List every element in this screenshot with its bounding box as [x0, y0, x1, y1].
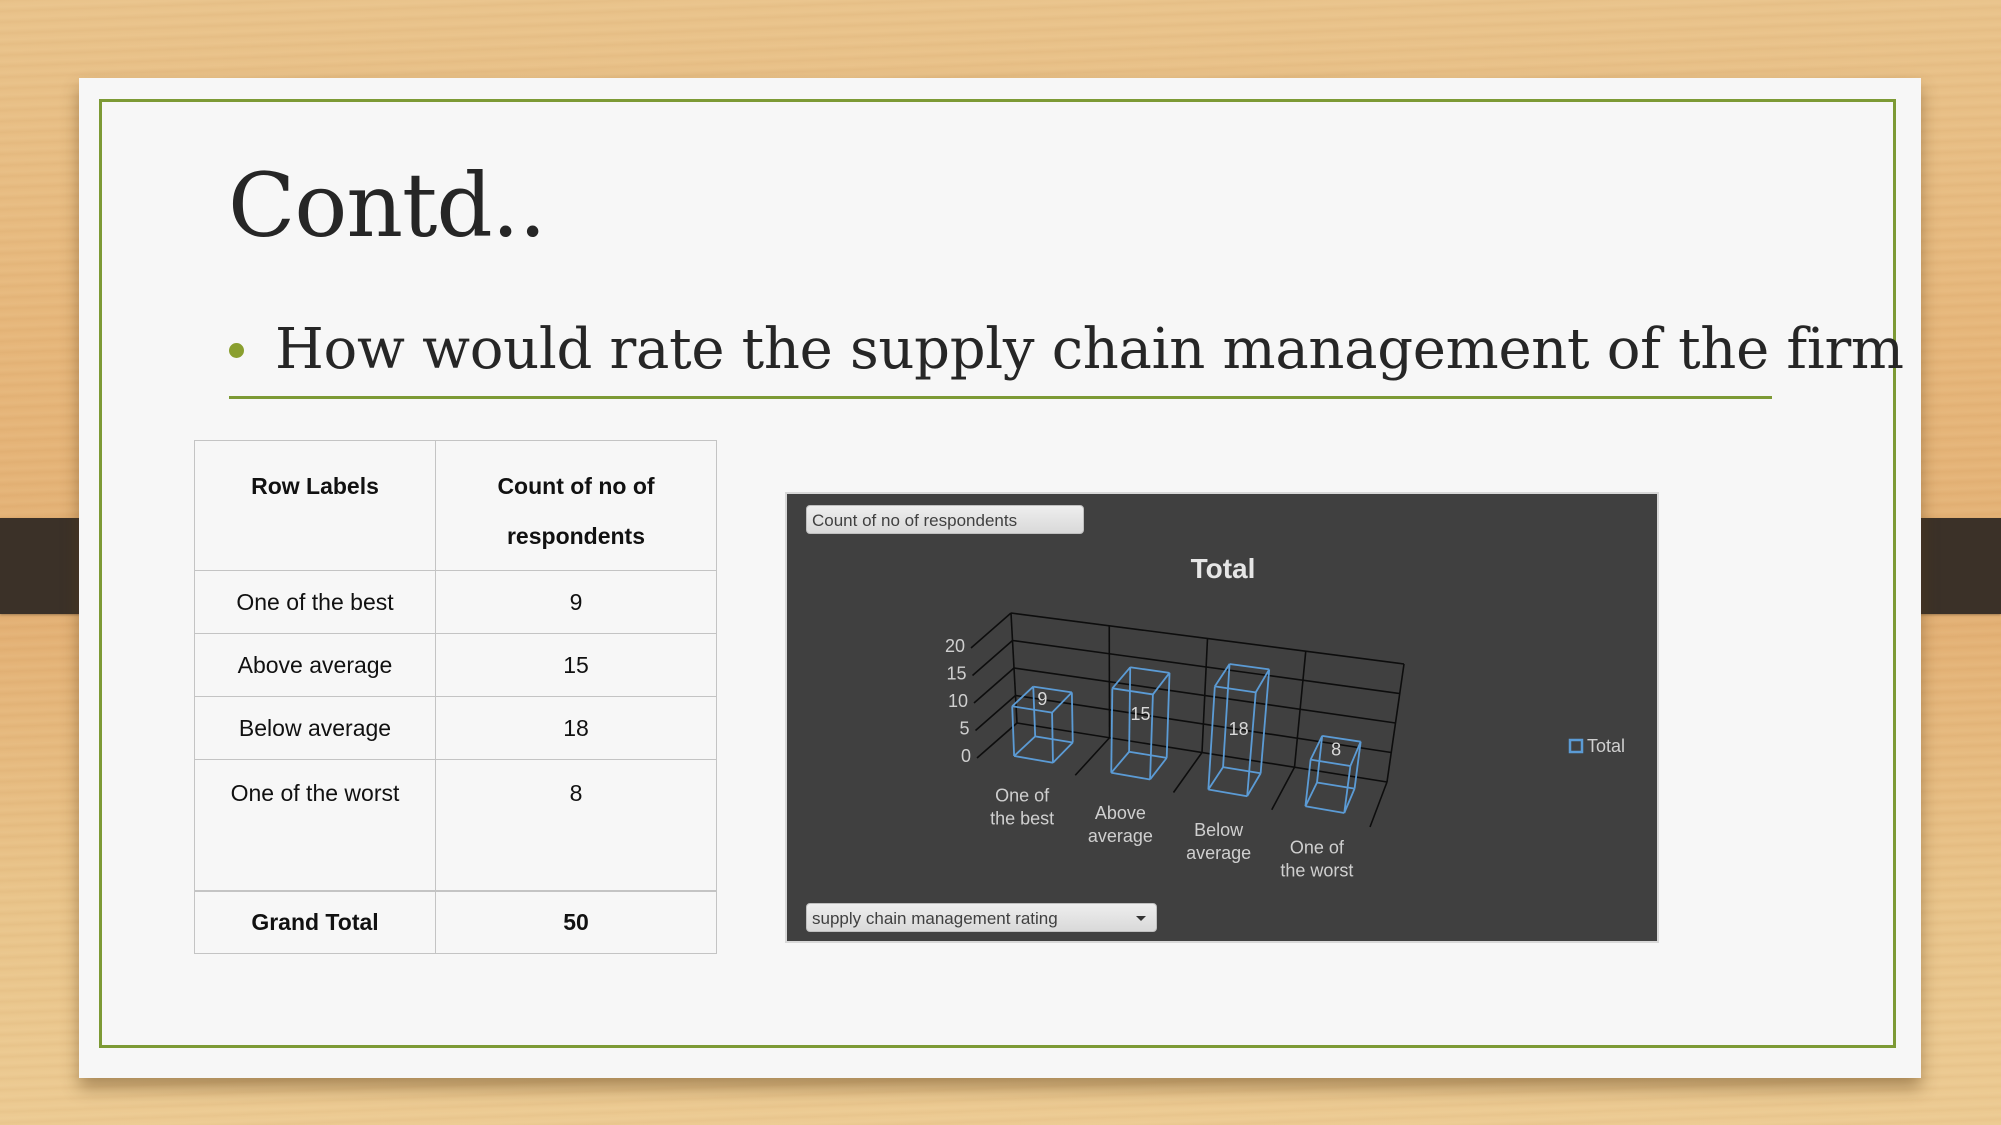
grand-total-row: Grand Total 50	[194, 889, 717, 954]
pivot-table: Row Labels Count of no of respondents On…	[194, 440, 717, 954]
row-value: 8	[435, 759, 717, 891]
grand-total-value: 50	[435, 889, 717, 954]
row-value: 9	[435, 570, 717, 634]
row-label: One of the best	[194, 570, 436, 634]
heading-underline	[229, 396, 1772, 399]
row-label: Above average	[194, 633, 436, 697]
header-row-labels: Row Labels	[194, 440, 436, 571]
row-label: One of the worst	[194, 759, 436, 891]
bullet-icon	[229, 343, 244, 358]
row-value: 18	[435, 696, 717, 760]
dropdown-arrow-icon[interactable]	[1136, 916, 1146, 921]
header-count: Count of no of respondents	[435, 440, 717, 571]
header-count-line1: Count of no of	[497, 473, 655, 499]
bullet-text: How would rate the supply chain manageme…	[275, 317, 1904, 382]
table-row: Above average 15	[194, 633, 717, 697]
header-count-line2: respondents	[506, 523, 646, 549]
axis-field-dropdown[interactable]: supply chain management rating	[806, 903, 1157, 932]
grand-total-label: Grand Total	[194, 889, 436, 954]
row-label: Below average	[194, 696, 436, 760]
table-row: Below average 18	[194, 696, 717, 760]
value-field-button[interactable]: Count of no of respondents	[806, 505, 1084, 534]
axis-field-label: supply chain management rating	[812, 909, 1058, 928]
pivot-chart[interactable]	[785, 492, 1659, 943]
row-value: 15	[435, 633, 717, 697]
table-row: One of the worst 8	[194, 759, 717, 891]
slide-title: Contd..	[228, 154, 547, 257]
table-row: One of the best 9	[194, 570, 717, 634]
table-header-row: Row Labels Count of no of respondents	[194, 440, 717, 571]
